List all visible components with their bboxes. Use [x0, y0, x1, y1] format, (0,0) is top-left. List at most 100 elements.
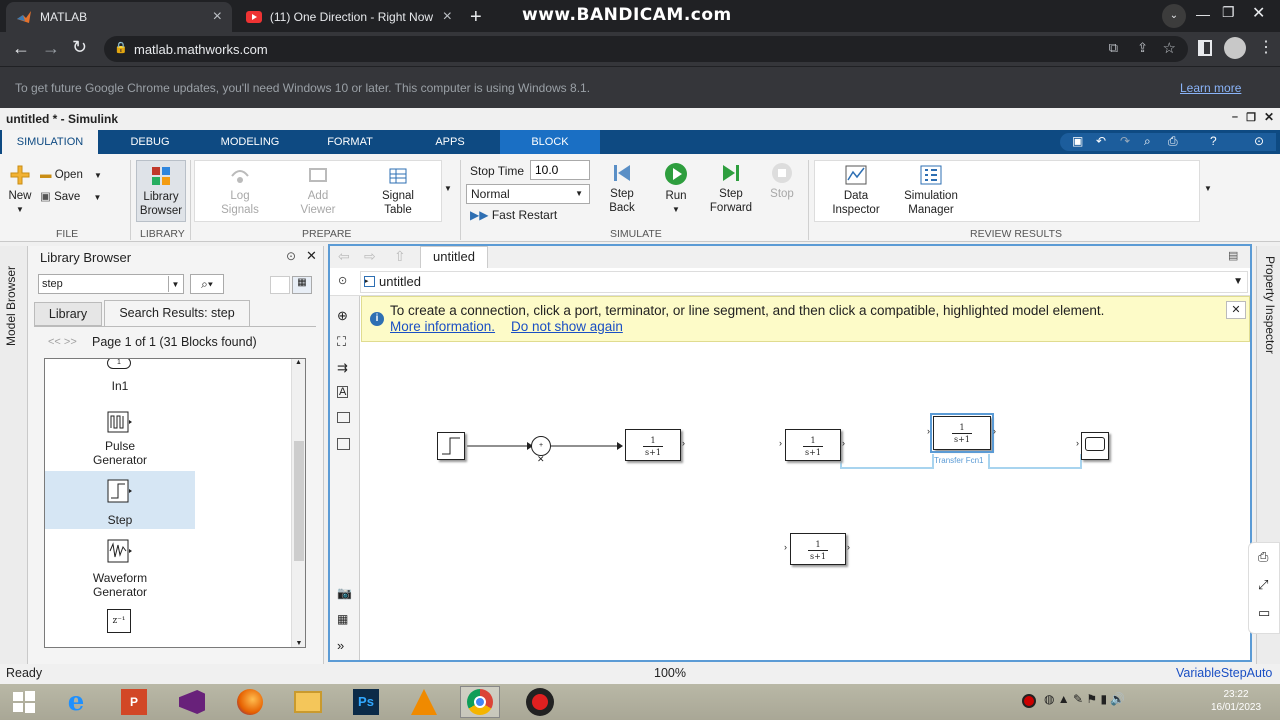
block-name-label[interactable]: Transfer Fcn1: [934, 456, 984, 465]
grid-view-icon[interactable]: ▦: [292, 276, 312, 294]
bandicam-icon[interactable]: [520, 686, 560, 718]
menu-icon[interactable]: ⋮: [1258, 37, 1274, 57]
input-port[interactable]: ›: [1076, 438, 1079, 448]
list-item[interactable]: Pulse Generator: [45, 407, 195, 467]
undo-icon[interactable]: ↶: [1096, 134, 1106, 148]
close-icon[interactable]: ✕: [1226, 301, 1246, 319]
tab-search-results[interactable]: Search Results: step: [104, 300, 250, 326]
restore-icon[interactable]: ❐: [1246, 111, 1256, 124]
close-icon[interactable]: ×: [443, 8, 452, 26]
close-icon[interactable]: ×: [213, 8, 222, 26]
photoshop-icon[interactable]: Ps: [346, 686, 386, 718]
model-canvas[interactable]: + ✕ 1 s+1 › › 1 s+1 › › 1 s+1 › Transfer…: [361, 342, 1250, 660]
close-icon[interactable]: ✕: [306, 248, 317, 264]
image-icon[interactable]: [337, 412, 350, 423]
restore-icon[interactable]: ❐: [1222, 4, 1235, 21]
list-item[interactable]: z⁻¹: [45, 603, 195, 639]
save-button[interactable]: ▣ Save ▼: [40, 190, 101, 205]
fit-to-view-icon[interactable]: ⛶: [337, 334, 346, 350]
output-port[interactable]: ›: [847, 542, 850, 552]
new-button[interactable]: New ▼: [6, 164, 34, 217]
area-icon[interactable]: [337, 438, 350, 450]
model-data-icon[interactable]: ▦: [337, 612, 348, 626]
side-panel-icon[interactable]: [1198, 40, 1212, 56]
tab-block[interactable]: BLOCK: [500, 130, 600, 154]
share-icon[interactable]: ⇪: [1137, 40, 1148, 56]
open-button[interactable]: ▬ Open ▼: [40, 168, 102, 183]
minimize-icon[interactable]: —: [1196, 6, 1210, 22]
run-button[interactable]: Run ▼: [656, 162, 696, 217]
editor-tab[interactable]: untitled: [420, 246, 488, 268]
chevron-down-icon[interactable]: ▼: [1233, 272, 1243, 292]
step-forward-button[interactable]: Step Forward: [706, 162, 756, 215]
firefox-icon[interactable]: [230, 686, 270, 718]
input-port[interactable]: ›: [784, 542, 787, 552]
address-bar[interactable]: 🔒 matlab.mathworks.com ⧉ ⇪ ☆: [104, 36, 1188, 62]
sum-input-port[interactable]: ✕: [537, 454, 545, 465]
simulation-mode-select[interactable]: Normal ▼: [466, 184, 590, 204]
output-port[interactable]: ›: [993, 426, 996, 436]
chrome-icon[interactable]: [460, 686, 500, 718]
step-block[interactable]: [437, 432, 465, 460]
library-search-input[interactable]: step ▼: [38, 274, 184, 294]
tab-simulation[interactable]: SIMULATION: [2, 130, 98, 154]
fast-restart-button[interactable]: ▶▶ Fast Restart: [470, 208, 557, 222]
expand-gallery-icon[interactable]: ▼: [1204, 184, 1212, 193]
windows-start-icon[interactable]: [4, 686, 44, 718]
arrange-icon[interactable]: ⤢: [1258, 577, 1268, 593]
simulation-manager-button[interactable]: Simulation Manager: [898, 164, 964, 217]
expand-gallery-icon[interactable]: ▼: [444, 184, 452, 193]
reload-icon[interactable]: ↻: [72, 37, 87, 58]
more-information-link[interactable]: More information.: [390, 319, 495, 334]
forward-icon[interactable]: →: [42, 38, 60, 59]
learn-more-link[interactable]: Learn more: [1180, 81, 1241, 95]
list-item[interactable]: Waveform Generator: [45, 535, 195, 599]
bookmark-star-icon[interactable]: ☆: [1163, 39, 1176, 57]
back-icon[interactable]: ⇦: [338, 248, 350, 265]
tab-library[interactable]: Library: [34, 302, 102, 326]
install-icon[interactable]: ⧉: [1109, 40, 1118, 56]
back-icon[interactable]: ←: [12, 38, 30, 59]
options-icon[interactable]: ⊙: [286, 249, 296, 263]
list-item-selected[interactable]: Step: [45, 471, 195, 529]
step-back-button[interactable]: Step Back: [600, 162, 644, 215]
help-icon[interactable]: ?: [1210, 134, 1217, 148]
arrow-icon[interactable]: ⇉: [337, 360, 348, 376]
browser-tab-matlab[interactable]: MATLAB ×: [6, 2, 232, 32]
transfer-fcn-block[interactable]: 1 s+1: [790, 533, 846, 565]
print-icon[interactable]: ⎙: [1168, 134, 1178, 149]
close-icon[interactable]: ✕: [1264, 110, 1274, 124]
data-inspector-button[interactable]: Data Inspector: [828, 164, 884, 217]
internet-explorer-icon[interactable]: e: [56, 686, 96, 718]
chevron-down-icon[interactable]: ▼: [168, 276, 182, 292]
zoom-icon[interactable]: ⊕: [337, 308, 348, 324]
forward-icon[interactable]: ⇨: [364, 248, 376, 265]
collapse-ribbon-icon[interactable]: ⊙: [1254, 134, 1264, 148]
signal-table-button[interactable]: Signal Table: [372, 166, 424, 217]
add-viewer-button[interactable]: Add Viewer: [292, 166, 344, 217]
new-tab-icon[interactable]: +: [470, 6, 482, 29]
page-nav[interactable]: << >>: [48, 336, 77, 348]
expand-icon[interactable]: »: [337, 638, 344, 653]
panel-icon[interactable]: ▭: [1258, 605, 1270, 621]
vlc-icon[interactable]: [404, 686, 444, 718]
hide-explorer-icon[interactable]: ⊙: [338, 274, 347, 287]
tray-icons[interactable]: ◍ ▲ ✎ ⚑ ▮ 🔊: [1044, 692, 1125, 706]
visual-studio-icon[interactable]: [172, 686, 212, 718]
file-explorer-icon[interactable]: [288, 686, 328, 718]
scrollbar-thumb[interactable]: [294, 441, 304, 561]
explorer-bar-icon[interactable]: ▤: [1228, 249, 1238, 262]
annotation-icon[interactable]: A: [337, 386, 349, 398]
output-port[interactable]: ›: [682, 438, 685, 448]
tab-format[interactable]: FORMAT: [304, 130, 396, 154]
up-icon[interactable]: ⇧: [394, 248, 406, 265]
tab-debug[interactable]: DEBUG: [104, 130, 196, 154]
powerpoint-icon[interactable]: P: [114, 686, 154, 718]
stop-time-input[interactable]: [530, 160, 590, 180]
transfer-fcn-block[interactable]: 1 s+1: [625, 429, 681, 461]
output-port[interactable]: ›: [842, 438, 845, 448]
browser-tab-youtube[interactable]: (11) One Direction - Right Now ( ×: [236, 2, 462, 32]
save-icon[interactable]: ▣: [1072, 134, 1083, 148]
tab-search-icon[interactable]: ⌄: [1162, 4, 1186, 28]
do-not-show-again-link[interactable]: Do not show again: [511, 319, 623, 334]
